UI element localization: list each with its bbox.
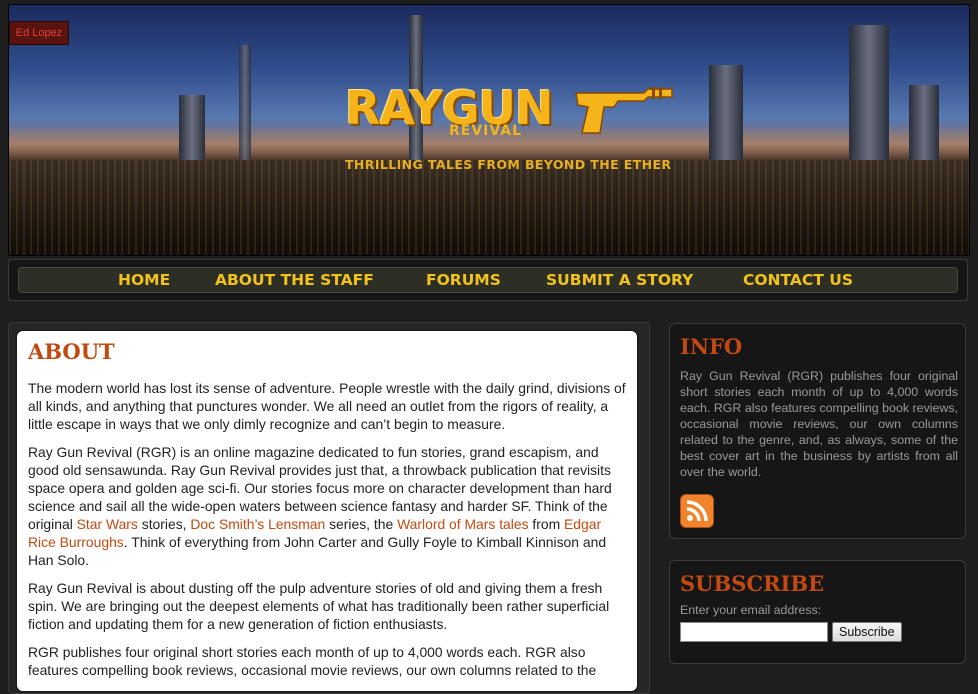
subscribe-button[interactable]: Subscribe (832, 622, 902, 642)
about-card: ABOUT The modern world has lost its sens… (17, 331, 637, 691)
about-paragraph-4: RGR publishes four original short storie… (28, 644, 597, 678)
nav-contact-us[interactable]: CONTACT US (743, 271, 853, 289)
text-segment: stories, (137, 516, 191, 532)
raygun-icon (575, 87, 673, 134)
info-box: INFO Ray Gun Revival (RGR) publishes fou… (669, 323, 966, 539)
rss-icon[interactable] (680, 494, 714, 528)
main-nav: HOME ABOUT THE STAFF FORUMS SUBMIT A STO… (8, 259, 968, 301)
link-lensman[interactable]: Doc Smith’s Lensman (190, 516, 325, 532)
info-title: INFO (680, 334, 743, 359)
logo-tagline: THRILLING TALES FROM BEYOND THE ETHER (345, 157, 672, 172)
subscribe-title: SUBSCRIBE (680, 571, 825, 596)
nav-home[interactable]: HOME (118, 271, 170, 289)
text-segment: series, the (325, 516, 398, 532)
info-text: Ray Gun Revival (RGR) publishes four ori… (680, 369, 958, 479)
page-title: ABOUT (28, 339, 115, 364)
email-field[interactable] (680, 622, 828, 642)
about-body: The modern world has lost its sense of a… (28, 379, 628, 689)
link-warlord-of-mars[interactable]: Warlord of Mars tales (397, 516, 528, 532)
credit-tag[interactable]: Ed Lopez (9, 21, 69, 45)
link-star-wars[interactable]: Star Wars (77, 516, 138, 532)
rss-feed-icon (686, 500, 708, 522)
nav-submit-a-story[interactable]: SUBMIT A STORY (546, 271, 693, 289)
nav-inner: HOME ABOUT THE STAFF FORUMS SUBMIT A STO… (18, 267, 958, 293)
nav-forums[interactable]: FORUMS (426, 271, 501, 289)
nav-about-the-staff[interactable]: ABOUT THE STAFF (215, 271, 374, 289)
about-paragraph-3: Ray Gun Revival is about dusting off the… (28, 580, 610, 632)
logo-subtitle: REVIVAL (449, 123, 523, 139)
email-label: Enter your email address: (680, 603, 822, 617)
raygun-logo[interactable]: RAYGUN REVIVAL THRILLING TALES FROM BEYO… (339, 81, 679, 181)
subscribe-box: SUBSCRIBE Enter your email address: Subs… (669, 560, 966, 664)
about-paragraph-2: Ray Gun Revival (RGR) is an online magaz… (28, 443, 628, 569)
header-banner: RAYGUN REVIVAL THRILLING TALES FROM BEYO… (8, 4, 970, 256)
about-paragraph-1: The modern world has lost its sense of a… (28, 380, 626, 432)
text-segment: from (528, 516, 565, 532)
